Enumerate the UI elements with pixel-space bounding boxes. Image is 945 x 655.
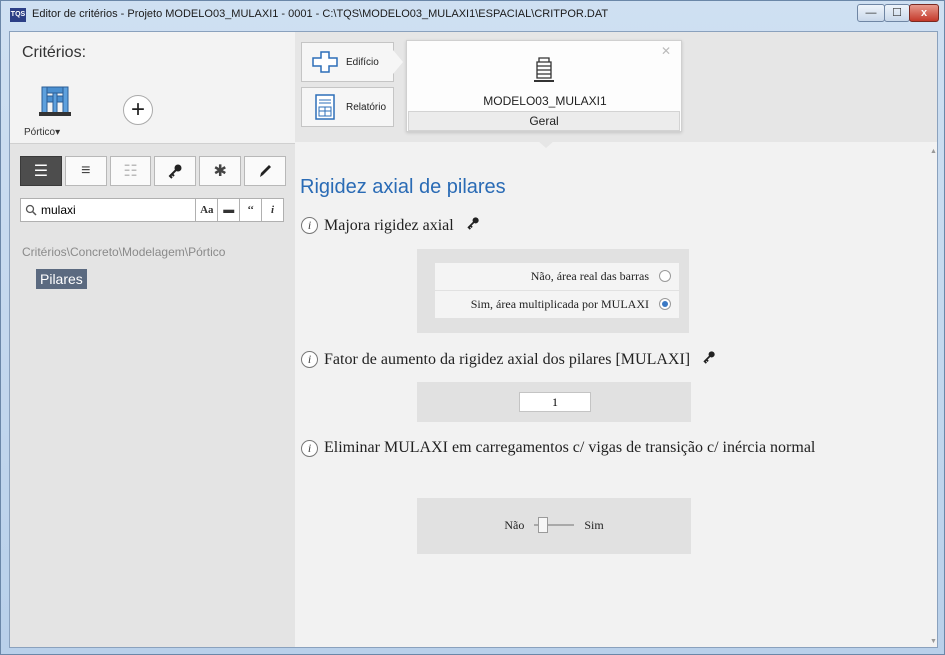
criterios-title: Critérios: — [22, 44, 87, 61]
match-case-button[interactable]: Aa — [196, 198, 219, 222]
title-bar[interactable]: TQS Editor de critérios - Projeto MODELO… — [1, 1, 944, 29]
client-area: Critérios: Pórtico▾ + ☰ ≡ ☷ ✱ mulaxi Aa … — [9, 31, 938, 648]
radio-nao[interactable] — [659, 270, 671, 282]
toggle-switch[interactable] — [534, 517, 575, 533]
tab-arrow — [393, 50, 403, 74]
question-fator-mulaxi: i Fator de aumento da rigidez axial dos … — [301, 350, 716, 369]
question-label: Eliminar MULAXI em carregamentos c/ viga… — [324, 439, 816, 456]
asterisk-filter-icon[interactable]: ✱ — [199, 156, 242, 186]
toggle-off-label: Não — [504, 517, 525, 532]
question-label: Majora rigidez axial — [324, 216, 454, 234]
options-panel: Não, área real das barras Sim, área mult… — [417, 249, 689, 333]
report-icon — [310, 94, 340, 120]
portico-icon[interactable] — [36, 84, 76, 120]
building-plus-icon — [310, 49, 340, 75]
window-title: Editor de critérios - Projeto MODELO03_M… — [32, 8, 609, 20]
option-sim[interactable]: Sim, área multiplicada por MULAXI — [435, 291, 679, 318]
pencil-filter-icon[interactable] — [244, 156, 286, 186]
key-filter-icon[interactable] — [154, 156, 197, 186]
building-icon — [532, 56, 556, 84]
toggle-on-label: Sim — [584, 517, 604, 532]
option-label: Sim, área multiplicada por MULAXI — [470, 297, 649, 311]
search-input[interactable] — [41, 203, 181, 217]
card-subtitle[interactable]: Geral — [408, 111, 680, 131]
value-panel — [417, 382, 691, 422]
card-title: MODELO03_MULAXI1 — [483, 94, 607, 108]
criteria-content: Rigidez axial de pilares i Majora rigide… — [295, 142, 937, 647]
radio-sim[interactable] — [659, 298, 671, 310]
content-scrollbar[interactable]: ▲ ▼ — [929, 142, 937, 647]
key-icon — [466, 216, 480, 235]
info-icon[interactable]: i — [301, 351, 318, 368]
question-majora-rigidez: i Majora rigidez axial — [301, 216, 480, 235]
quote-button[interactable]: ‘‘ — [240, 198, 263, 222]
view-grid-icon[interactable]: ☷ — [109, 156, 152, 186]
info-search-button[interactable]: i — [262, 198, 285, 222]
portico-dropdown[interactable]: Pórtico▾ — [24, 127, 60, 138]
option-label: Não, área real das barras — [530, 269, 649, 283]
view-mode-bar: ☰ ≡ ☷ ✱ — [20, 156, 286, 186]
add-criterio-button[interactable]: + — [123, 95, 153, 125]
project-card[interactable]: ✕ MODELO03_MULAXI1 Geral — [406, 40, 682, 132]
criterios-box: Critérios: Pórtico▾ + — [10, 32, 295, 144]
section-title: Rigidez axial de pilares — [300, 176, 506, 198]
toggle-row: Não Sim — [417, 517, 691, 533]
info-icon[interactable]: i — [301, 439, 318, 457]
right-panel: Edifício Relatório ✕ MODELO03_MULAXI1 Ge… — [295, 32, 937, 647]
search-bar: Aa ▬ ‘‘ i — [20, 198, 285, 222]
app-icon: TQS — [10, 8, 26, 22]
card-close-icon[interactable]: ✕ — [661, 44, 671, 58]
toggle-panel: Não Sim — [417, 498, 691, 554]
key-icon — [702, 350, 716, 369]
tab-edificio[interactable]: Edifício — [301, 42, 394, 82]
question-label: Fator de aumento da rigidez axial dos pi… — [324, 350, 691, 368]
app-window: TQS Editor de critérios - Projeto MODELO… — [0, 0, 945, 655]
scroll-down-icon[interactable]: ▼ — [930, 638, 937, 645]
search-icon — [25, 204, 37, 216]
info-icon[interactable]: i — [301, 217, 318, 234]
mulaxi-input[interactable] — [519, 392, 591, 412]
header-area: Edifício Relatório ✕ MODELO03_MULAXI1 Ge… — [295, 32, 937, 142]
tree-item-pilares[interactable]: Pilares — [36, 269, 87, 289]
search-box — [20, 198, 197, 222]
breadcrumb[interactable]: Critérios\Concreto\Modelagem\Pórtico — [22, 245, 225, 259]
tab-relatorio[interactable]: Relatório — [301, 87, 394, 127]
tab-relatorio-label: Relatório — [346, 101, 387, 113]
left-panel: Critérios: Pórtico▾ + ☰ ≡ ☷ ✱ mulaxi Aa … — [10, 32, 295, 647]
minimize-button[interactable]: — — [857, 4, 885, 22]
view-compact-icon[interactable]: ≡ — [64, 156, 107, 186]
close-button[interactable]: x — [909, 4, 939, 22]
scroll-up-icon[interactable]: ▲ — [930, 148, 937, 155]
toggle-knob[interactable] — [538, 517, 549, 533]
whole-word-button[interactable]: ▬ — [218, 198, 241, 222]
option-nao[interactable]: Não, área real das barras — [435, 263, 679, 290]
maximize-button[interactable]: ☐ — [884, 4, 910, 22]
question-eliminar-mulaxi: i Eliminar MULAXI em carregamentos c/ vi… — [301, 438, 861, 458]
view-list-icon[interactable]: ☰ — [20, 156, 62, 186]
tab-edificio-label: Edifício — [346, 56, 379, 68]
